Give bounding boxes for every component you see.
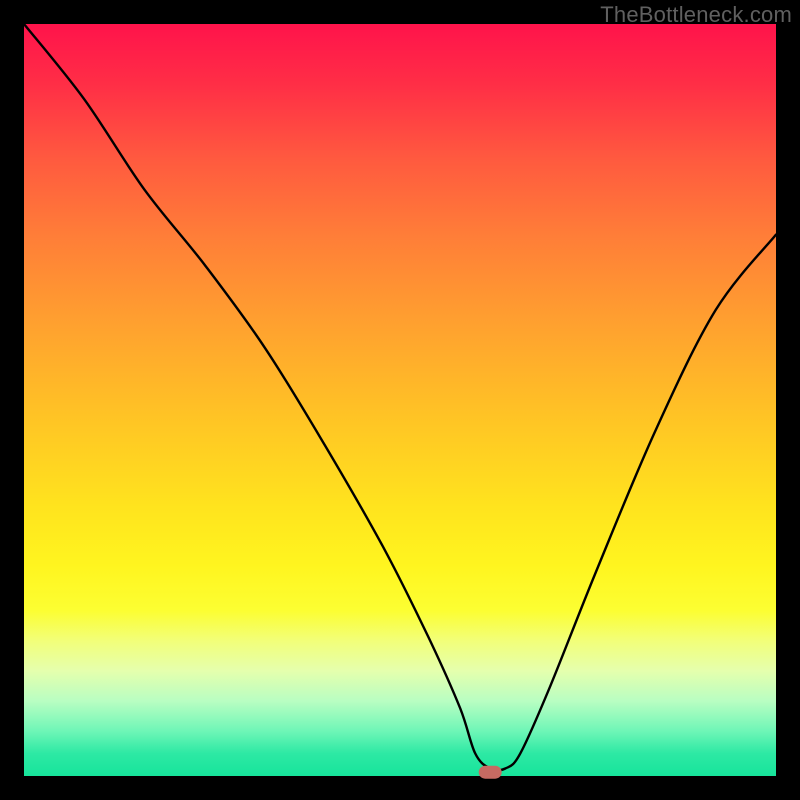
watermark-text: TheBottleneck.com [600, 2, 792, 28]
optimal-marker [479, 766, 501, 778]
curve-path [24, 24, 776, 770]
chart-frame: TheBottleneck.com [0, 0, 800, 800]
bottleneck-curve [24, 24, 776, 776]
chart-plot-area [24, 24, 776, 776]
